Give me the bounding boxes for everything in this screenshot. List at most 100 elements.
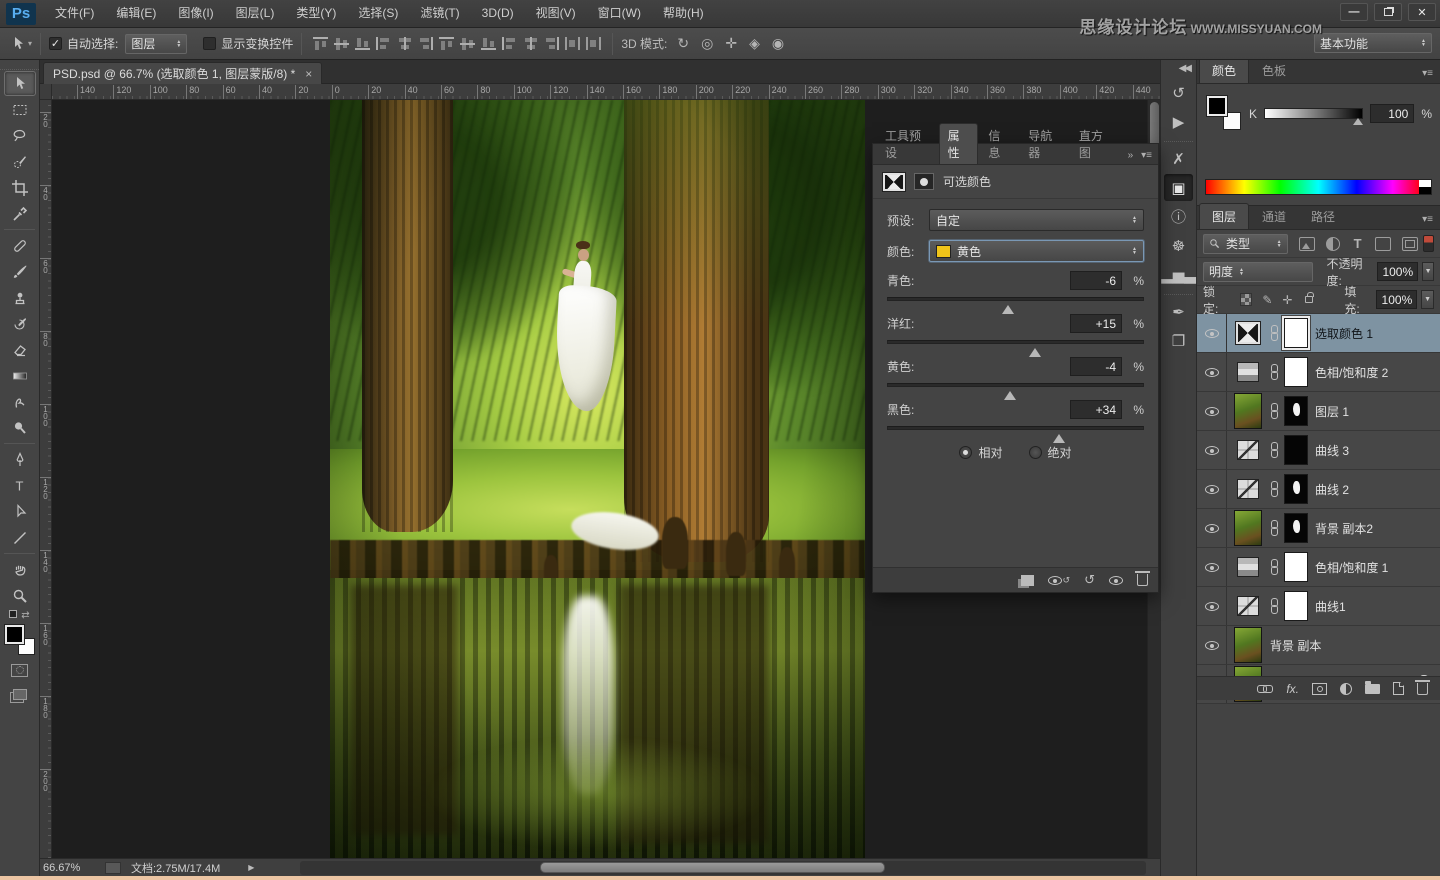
layer-row[interactable]: 色相/饱和度 2 (1197, 353, 1440, 392)
align-icon[interactable] (523, 37, 539, 50)
layer-name[interactable]: 图层 1 (1315, 403, 1349, 420)
layer-thumbnail[interactable] (1233, 315, 1263, 351)
photo-document[interactable] (330, 100, 865, 858)
menu-item[interactable]: 编辑(E) (105, 0, 167, 27)
status-options-icon[interactable] (105, 861, 121, 874)
layer-thumbnail[interactable] (1233, 510, 1263, 546)
lock-transparency-icon[interactable] (1239, 293, 1253, 306)
menu-item[interactable]: 视图(V) (525, 0, 587, 27)
layer-row[interactable]: 曲线1 (1197, 587, 1440, 626)
slider-thumb[interactable] (1004, 385, 1017, 400)
smudge-tool[interactable] (4, 389, 36, 414)
slider-thumb[interactable] (1353, 113, 1364, 125)
layer-name[interactable]: 曲线 3 (1315, 442, 1349, 459)
menu-item[interactable]: 滤镜(T) (409, 0, 470, 27)
layer-thumbnail[interactable] (1233, 354, 1263, 390)
line-tool[interactable] (4, 525, 36, 550)
eyedropper-tool[interactable] (4, 201, 36, 226)
panel-menu-icon[interactable]: ▾≡ (1141, 150, 1152, 161)
slider-track[interactable] (887, 426, 1144, 443)
filter-shape-layers-icon[interactable] (1374, 236, 1392, 251)
panel-tab[interactable]: 颜色 (1199, 57, 1250, 83)
screen-mode-button[interactable] (8, 685, 32, 703)
menu-item[interactable]: 图像(I) (167, 0, 224, 27)
chevron-down-icon[interactable]: ▼ (1422, 262, 1434, 281)
horizontal-ruler[interactable]: 140 120 100 80 60 40 20 0 20 40 60 80 100 120 140 160 18… (52, 84, 1160, 100)
panel-tab[interactable]: 属性 (938, 123, 979, 164)
fill-value-input[interactable]: 100% (1376, 290, 1418, 309)
absolute-radio[interactable]: 绝对 (1028, 444, 1072, 461)
swap-colors-mini[interactable]: ⇄ (0, 610, 39, 621)
path-selection-tool[interactable] (4, 499, 36, 524)
layer-name[interactable]: 背景 副本2 (1315, 520, 1373, 537)
collapse-dock-icon[interactable]: ◀◀ (1161, 60, 1196, 77)
layer-row[interactable]: 背景 副本 (1197, 626, 1440, 665)
k-slider[interactable] (1264, 108, 1364, 125)
align-icon[interactable] (481, 37, 497, 50)
pen-tool[interactable] (4, 447, 36, 472)
color-dropdown[interactable]: 黄色 ▲ ▼ (929, 240, 1144, 262)
tool-presets-panel-icon[interactable]: ✗ (1164, 141, 1193, 172)
crop-tool[interactable] (4, 175, 36, 200)
filter-adjustment-layers-icon[interactable] (1325, 236, 1341, 251)
delete-layer-icon[interactable] (1415, 679, 1430, 695)
3d-mode-icon[interactable]: ◈ (749, 35, 760, 52)
align-icon[interactable] (439, 37, 455, 50)
layer-mask-thumbnail[interactable] (1284, 474, 1308, 504)
align-icon[interactable] (376, 37, 392, 50)
slider-track[interactable] (887, 297, 1144, 314)
layer-visibility-toggle[interactable] (1197, 548, 1227, 586)
minimize-button[interactable]: — (1340, 3, 1368, 21)
menu-item[interactable]: 窗口(W) (587, 0, 652, 27)
hand-tool[interactable] (4, 557, 36, 582)
layer-name[interactable]: 选取颜色 1 (1315, 325, 1373, 342)
brush-presets-panel-icon[interactable]: ✒ (1164, 294, 1193, 325)
close-tab-icon[interactable]: × (305, 67, 312, 81)
foreground-color-swatch[interactable] (1206, 95, 1228, 117)
align-icon[interactable] (397, 37, 413, 50)
delete-adjustment-icon[interactable] (1135, 571, 1150, 586)
panel-tab[interactable]: 色板 (1250, 58, 1298, 83)
workspace-switcher[interactable]: 基本功能 ▲ ▼ (1314, 33, 1432, 53)
layer-thumbnail[interactable] (1233, 432, 1263, 468)
align-icon[interactable] (313, 37, 329, 50)
layer-name[interactable]: 曲线1 (1315, 598, 1346, 615)
slider-thumb[interactable] (1001, 299, 1014, 314)
layer-style-icon[interactable]: fx. (1286, 682, 1299, 696)
scrollbar-thumb[interactable] (540, 862, 885, 873)
view-previous-state-icon[interactable]: ↺ (1047, 575, 1070, 586)
blend-mode-dropdown[interactable]: 明度 ▲ ▼ (1203, 261, 1314, 282)
layer-row[interactable]: 曲线 2 (1197, 470, 1440, 509)
layer-visibility-toggle[interactable] (1197, 509, 1227, 547)
align-icon[interactable] (565, 37, 581, 50)
zoom-tool[interactable] (4, 583, 36, 608)
panel-tab[interactable]: 信息 (980, 124, 1018, 164)
layer-visibility-toggle[interactable] (1197, 470, 1227, 508)
layer-thumbnail[interactable] (1233, 471, 1263, 507)
gradient-tool[interactable] (4, 363, 36, 388)
align-icon[interactable] (334, 37, 350, 50)
slider-thumb[interactable] (1052, 428, 1065, 443)
auto-select-target-dropdown[interactable]: 图层 ▲ ▼ (125, 33, 188, 54)
3d-mode-icon[interactable]: ✛ (725, 35, 737, 52)
foreground-color-swatch[interactable] (3, 624, 25, 645)
panel-tab[interactable]: 导航器 (1020, 124, 1069, 164)
document-tab[interactable]: PSD.psd @ 66.7% (选取颜色 1, 图层蒙版/8) * × (43, 62, 323, 84)
menu-item[interactable]: 帮助(H) (652, 0, 715, 27)
actions-panel-icon[interactable]: ▶ (1164, 108, 1193, 135)
lasso-tool[interactable] (4, 123, 36, 148)
filter-pixel-layers-icon[interactable] (1298, 236, 1315, 251)
color-spectrum-ramp[interactable] (1205, 179, 1432, 195)
align-icon[interactable] (418, 37, 434, 50)
align-icon[interactable] (502, 37, 518, 50)
layer-row[interactable]: 色相/饱和度 1 (1197, 548, 1440, 587)
panel-tab[interactable]: 工具预设 (877, 124, 937, 164)
layer-thumbnail[interactable] (1233, 627, 1263, 663)
k-value-input[interactable]: 100 (1370, 104, 1415, 123)
slider-value-input[interactable]: +15 (1070, 314, 1122, 333)
eraser-tool[interactable] (4, 337, 36, 362)
layer-row[interactable]: 背景 副本2 (1197, 509, 1440, 548)
more-panels-icon[interactable]: » (1128, 150, 1134, 161)
layer-visibility-toggle[interactable] (1197, 431, 1227, 469)
panel-menu-icon[interactable]: ▾≡ (1415, 68, 1440, 83)
